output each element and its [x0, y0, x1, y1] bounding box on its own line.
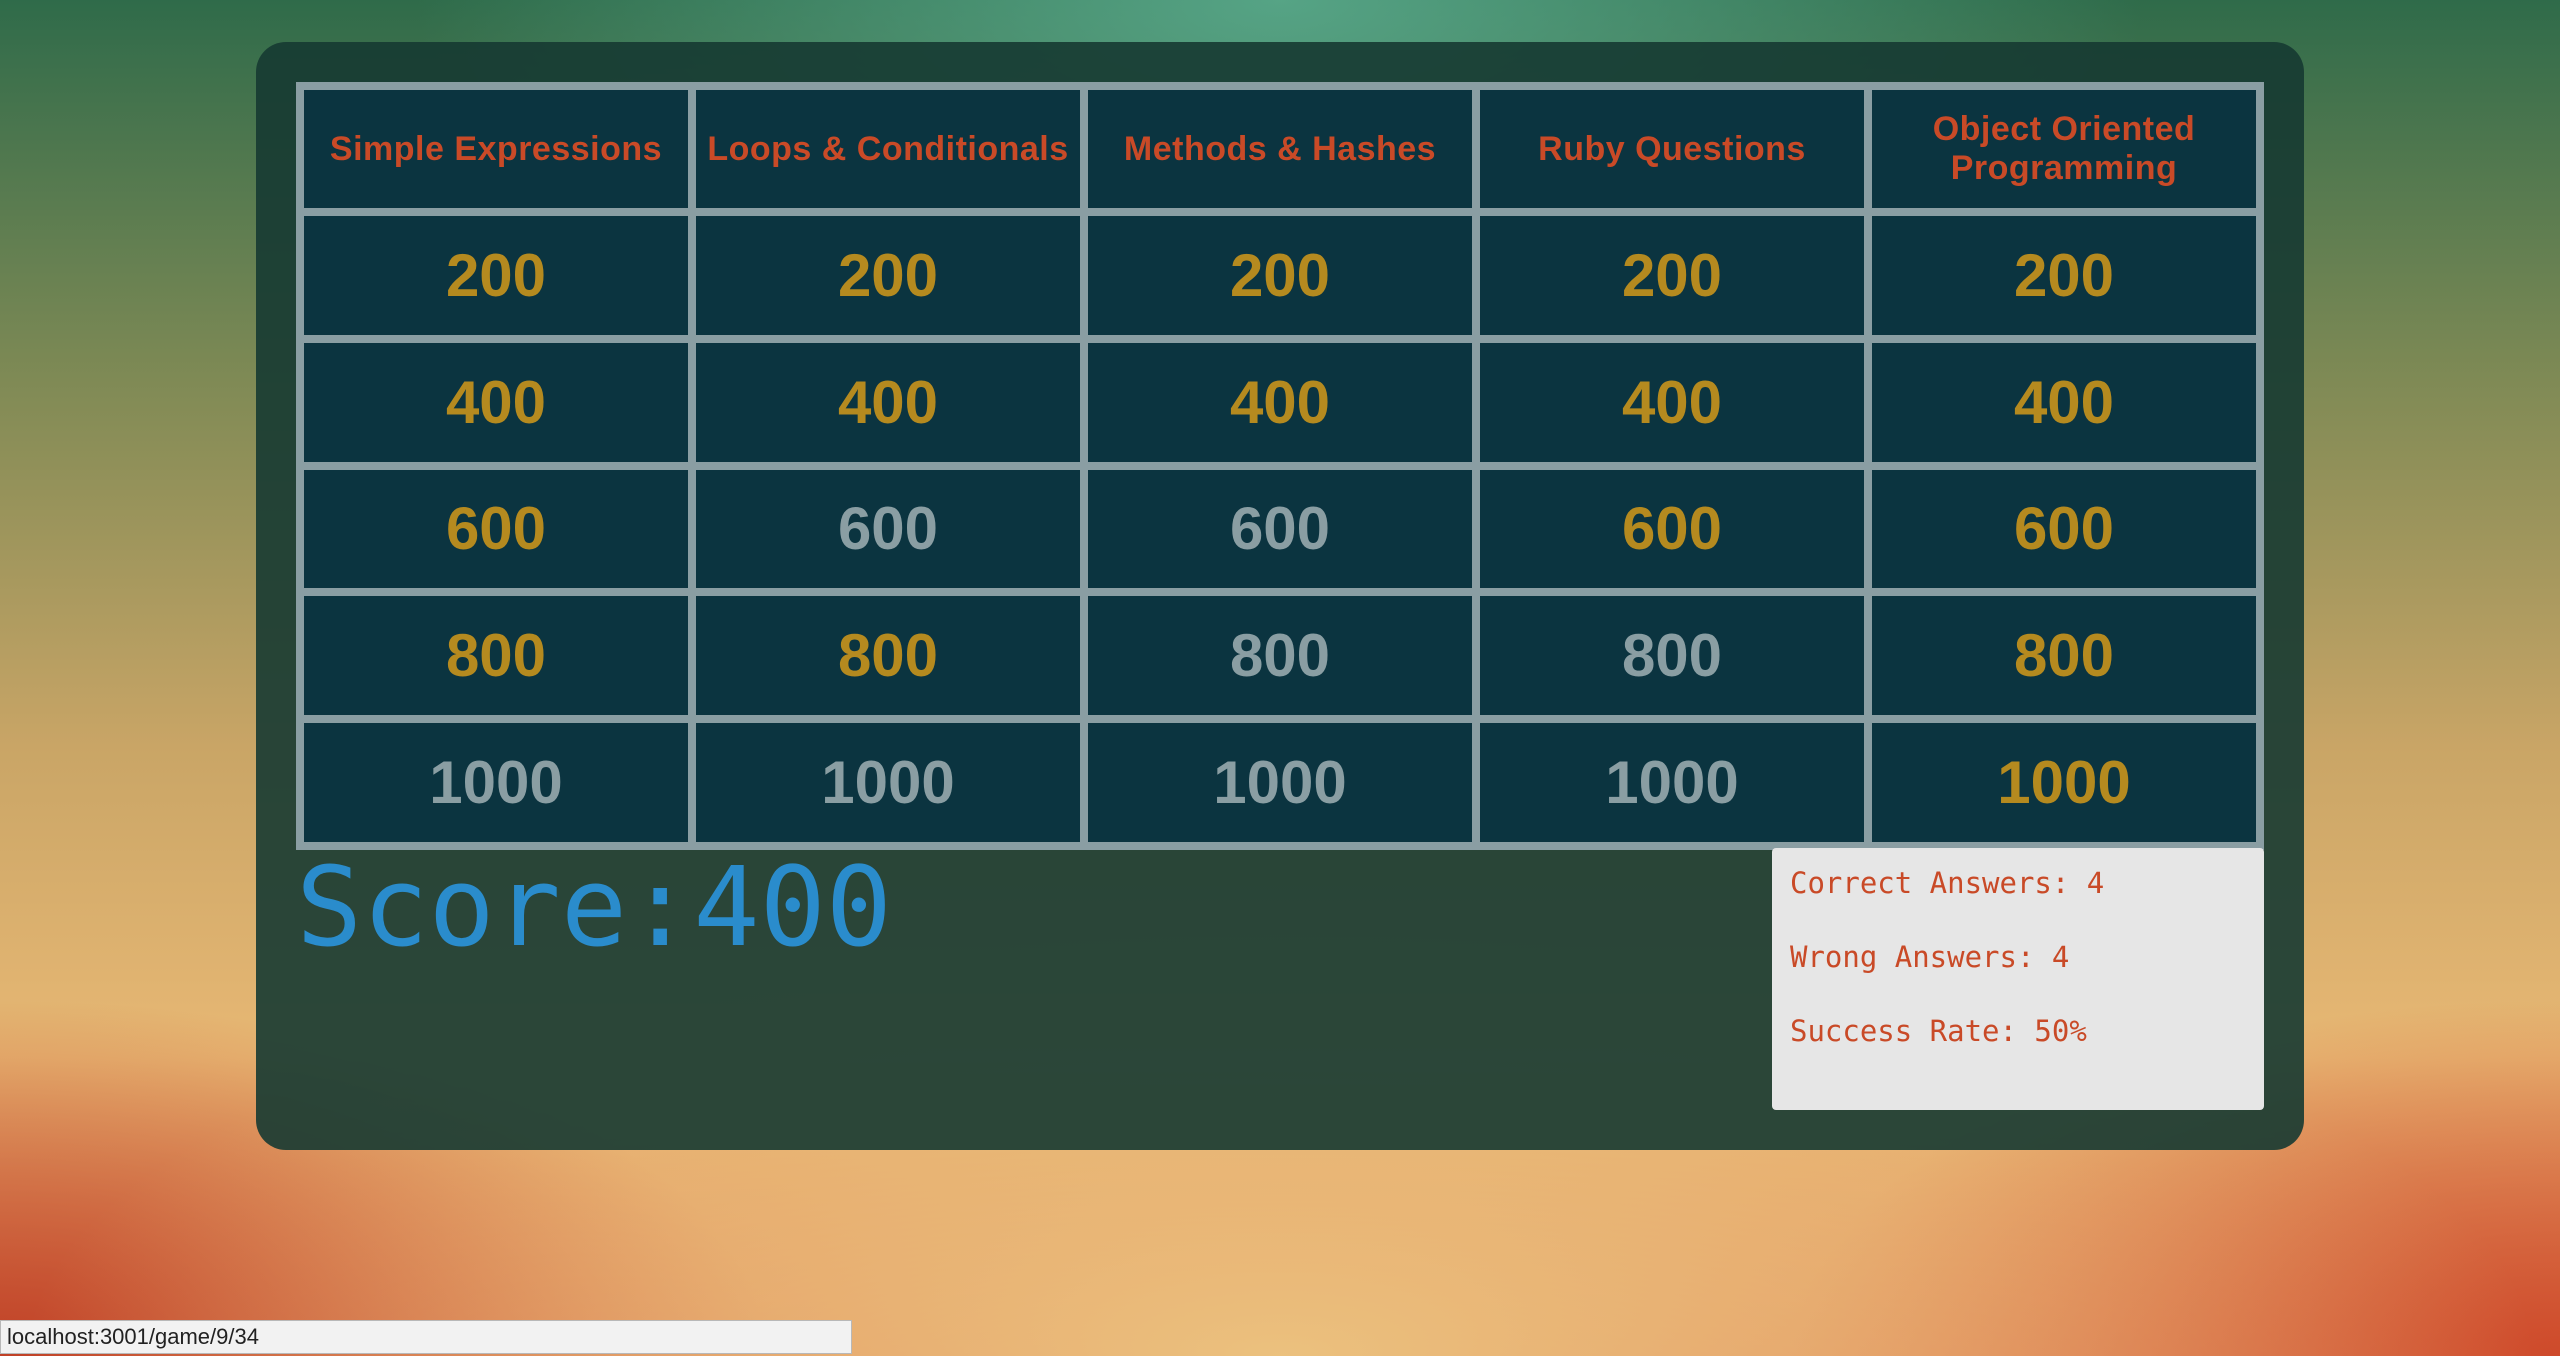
question-tile[interactable]: 200 [1088, 216, 1472, 335]
question-tile: 800 [1480, 596, 1864, 716]
success-rate-text: Success Rate: 50% [1790, 1014, 2087, 1048]
question-tile[interactable]: 600 [1872, 469, 2256, 589]
question-tile[interactable]: 800 [696, 596, 1080, 716]
question-tile: 1000 [1088, 723, 1472, 842]
value-row: 800 800 800 800 800 [304, 596, 2256, 716]
category-header: Loops & Conditionals [696, 90, 1080, 208]
jeopardy-board: Simple Expressions Loops & Conditionals … [296, 82, 2264, 850]
question-tile[interactable]: 800 [304, 596, 688, 716]
correct-answers-text: Correct Answers: 4 [1790, 866, 2105, 900]
value-row: 600 600 600 600 600 [304, 469, 2256, 589]
score-label: Score: [296, 843, 694, 971]
wrong-answers-text: Wrong Answers: 4 [1790, 940, 2070, 974]
game-board-panel: Simple Expressions Loops & Conditionals … [256, 42, 2304, 1150]
question-tile: 600 [696, 469, 1080, 589]
question-tile[interactable]: 1000 [1872, 723, 2256, 842]
question-tile[interactable]: 200 [696, 216, 1080, 335]
question-tile: 800 [1088, 596, 1472, 716]
question-tile: 1000 [304, 723, 688, 842]
category-row: Simple Expressions Loops & Conditionals … [304, 90, 2256, 208]
question-tile: 600 [1088, 469, 1472, 589]
question-tile[interactable]: 400 [1872, 342, 2256, 462]
category-header: Ruby Questions [1480, 90, 1864, 208]
question-tile[interactable]: 400 [1088, 342, 1472, 462]
stats-panel: Correct Answers: 4 Wrong Answers: 4 Succ… [1772, 848, 2264, 1110]
browser-status-bar: localhost:3001/game/9/34 [0, 1320, 852, 1354]
question-tile: 1000 [1480, 723, 1864, 842]
question-tile[interactable]: 200 [304, 216, 688, 335]
score-value: 400 [693, 843, 893, 971]
question-tile[interactable]: 200 [1480, 216, 1864, 335]
question-tile[interactable]: 800 [1872, 596, 2256, 716]
question-tile[interactable]: 400 [1480, 342, 1864, 462]
value-row: 1000 1000 1000 1000 1000 [304, 723, 2256, 842]
status-url: localhost:3001/game/9/34 [7, 1324, 259, 1349]
question-tile: 1000 [696, 723, 1080, 842]
category-header: Object Oriented Programming [1872, 90, 2256, 208]
category-header: Simple Expressions [304, 90, 688, 208]
category-header: Methods & Hashes [1088, 90, 1472, 208]
value-row: 200 200 200 200 200 [304, 216, 2256, 335]
question-tile[interactable]: 600 [304, 469, 688, 589]
question-tile[interactable]: 400 [304, 342, 688, 462]
question-tile[interactable]: 600 [1480, 469, 1864, 589]
score-display: Score:400 [296, 852, 892, 962]
question-tile[interactable]: 200 [1872, 216, 2256, 335]
question-tile[interactable]: 400 [696, 342, 1080, 462]
value-row: 400 400 400 400 400 [304, 342, 2256, 462]
